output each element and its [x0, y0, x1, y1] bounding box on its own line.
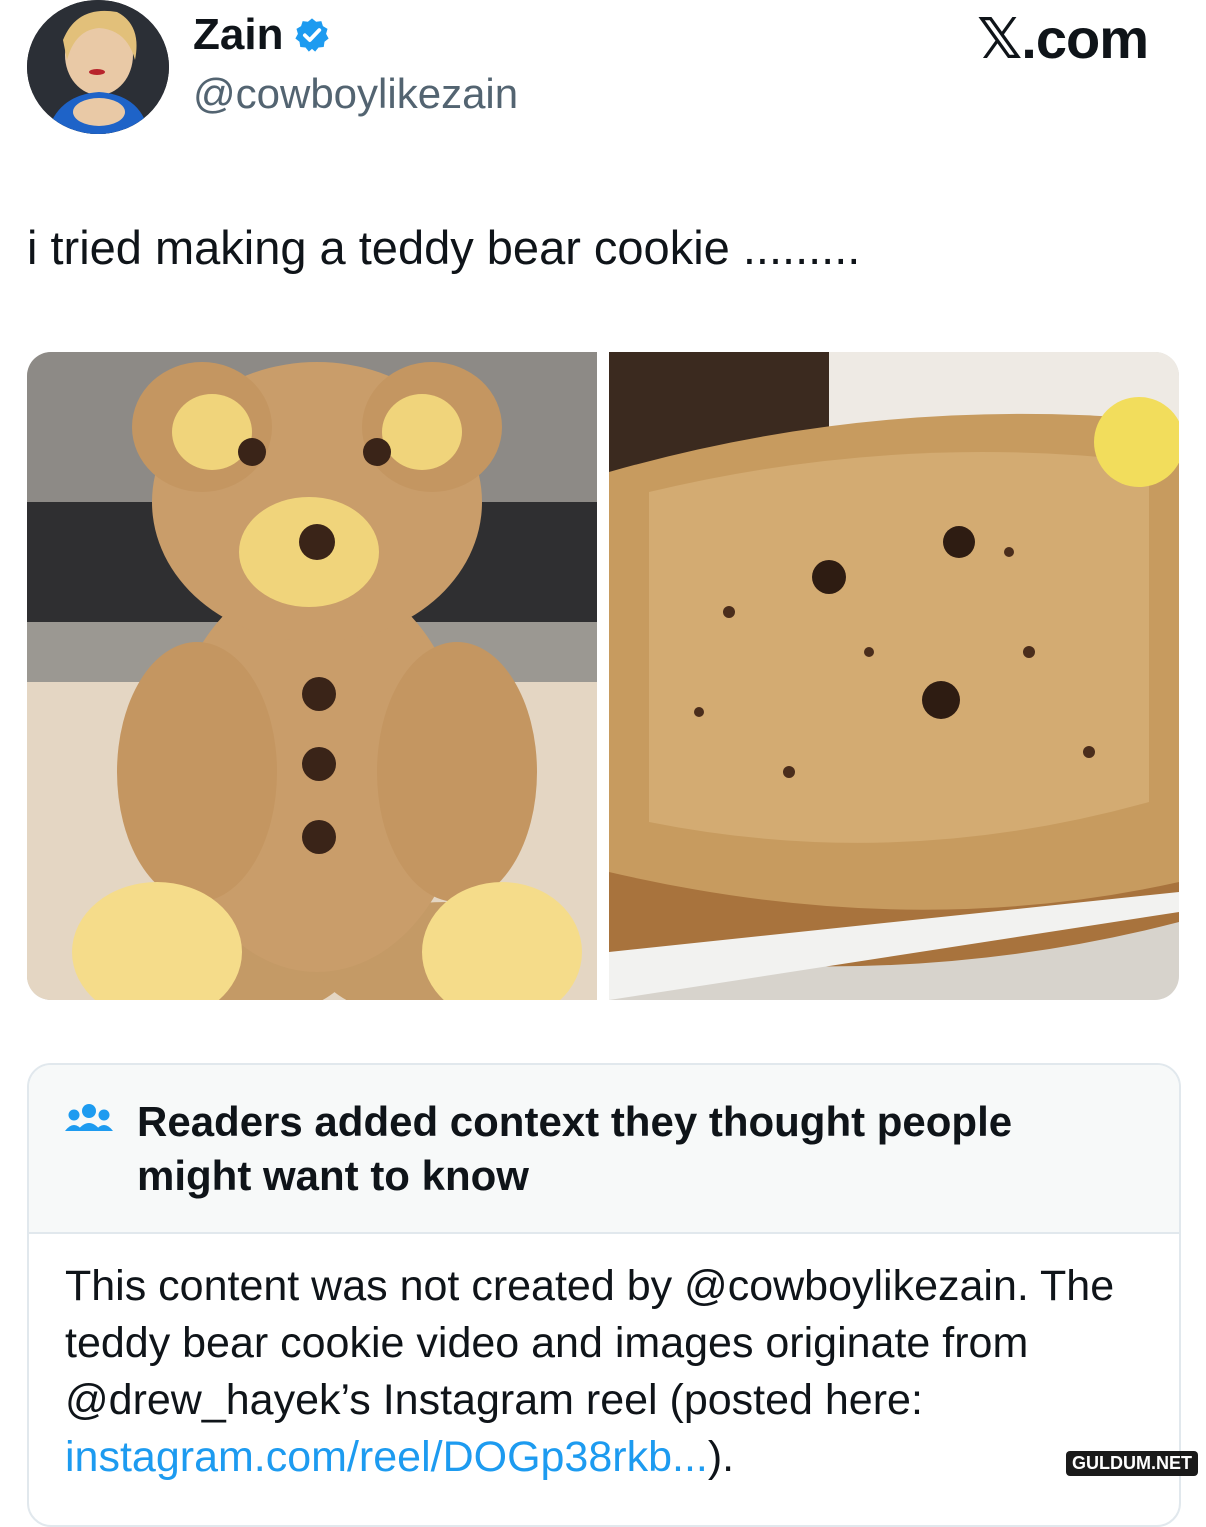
tweet-media	[27, 352, 1179, 1000]
user-handle[interactable]: @cowboylikezain	[193, 70, 518, 118]
community-note-text: This content was not created by @cowboyl…	[65, 1262, 1115, 1424]
avatar[interactable]	[27, 0, 169, 134]
teddy-bear-dough-image[interactable]	[27, 352, 597, 1000]
site-watermark: GULDUM.NET	[1066, 1451, 1198, 1476]
display-name[interactable]: Zain	[193, 10, 331, 60]
people-icon	[65, 1104, 113, 1131]
verified-badge-icon	[295, 18, 330, 52]
community-note: Readers added context they thought peopl…	[27, 1063, 1181, 1527]
community-note-body: This content was not created by @cowboyl…	[65, 1258, 1165, 1486]
community-note-text-end: ).	[707, 1433, 735, 1481]
instagram-reel-link[interactable]: instagram.com/reel/DOGp38rkb...	[65, 1433, 708, 1481]
tweet-text: i tried making a teddy bear cookie .....…	[27, 221, 861, 274]
avatar-image	[27, 0, 169, 134]
community-note-title: Readers added context they thought peopl…	[137, 1098, 1013, 1199]
x-brand-logo: 𝕏.com	[977, 7, 1149, 70]
display-name-text: Zain	[193, 10, 284, 59]
community-note-header: Readers added context they thought peopl…	[29, 1065, 1179, 1234]
baked-cookie-image[interactable]	[609, 352, 1179, 1000]
